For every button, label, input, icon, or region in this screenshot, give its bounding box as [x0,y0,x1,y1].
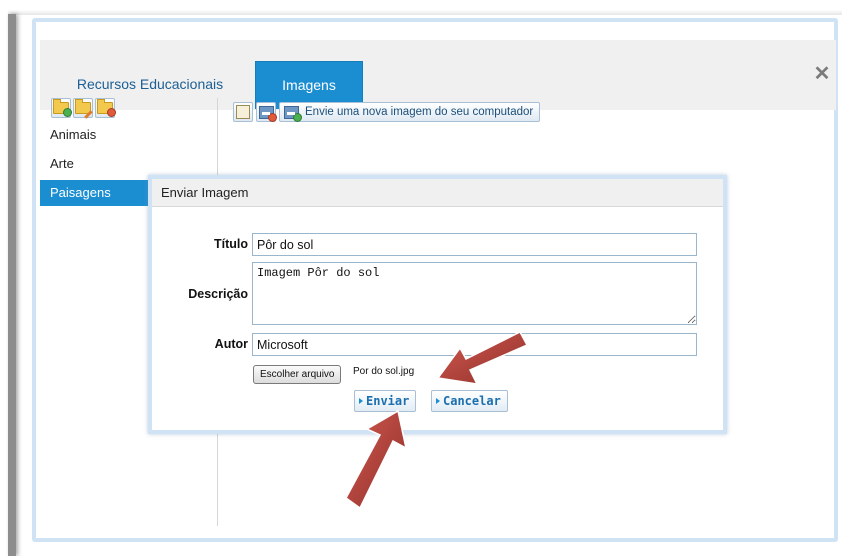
annotation-arrows [345,331,529,510]
arrow-to-enviar-icon [345,409,408,510]
arrow-to-file-icon [436,331,529,385]
